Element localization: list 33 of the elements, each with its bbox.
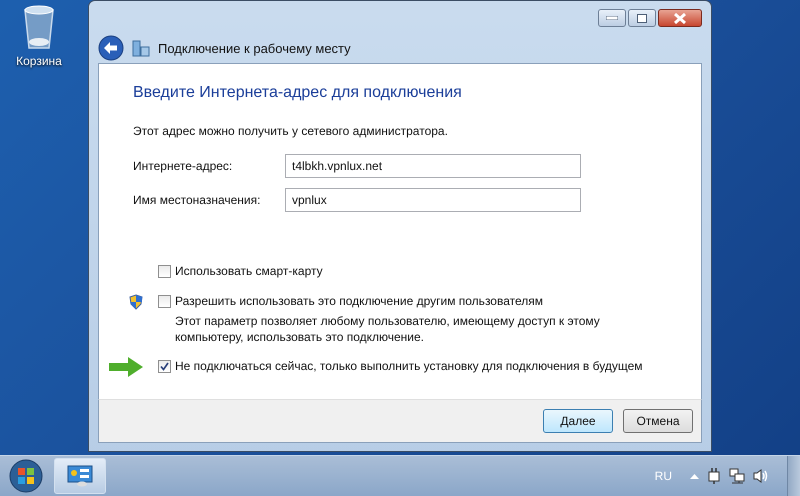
checkbox-label: Не подключаться сейчас, только выполнить установку для подключения в будущем — [175, 359, 642, 374]
speaker-icon[interactable] — [753, 468, 769, 484]
next-button[interactable]: Далее — [543, 409, 613, 433]
desktop-icon-label: Корзина — [16, 54, 62, 68]
network-icon[interactable] — [729, 468, 745, 484]
taskbar-app-button[interactable] — [54, 458, 106, 494]
buildings-icon — [132, 39, 150, 57]
window-title: Подключение к рабочему месту — [158, 40, 351, 56]
checkbox-label: Использовать смарт-карту — [175, 264, 323, 279]
checkbox[interactable] — [158, 360, 171, 373]
field-label: Имя местоназначения: — [133, 193, 262, 207]
maximize-icon — [637, 14, 647, 22]
start-button[interactable] — [8, 458, 44, 494]
control-panel-icon — [67, 465, 93, 487]
intro-text: Этот адрес можно получить у сетевого администратора. — [133, 124, 449, 138]
maximize-button[interactable] — [628, 9, 656, 27]
checkbox-label: Разрешить использовать это подключение другим пользователям — [175, 294, 544, 309]
power-plug-icon[interactable] — [707, 468, 721, 484]
recycle-bin-icon[interactable] — [22, 4, 56, 50]
field-label: Интернете-адрес: — [133, 159, 234, 173]
back-button[interactable] — [98, 35, 124, 61]
close-button[interactable] — [658, 9, 702, 27]
minimize-button[interactable] — [598, 9, 626, 27]
cancel-button[interactable]: Отмена — [623, 409, 693, 433]
shield-icon — [128, 294, 142, 310]
minimize-icon — [606, 16, 618, 20]
option-description: Этот параметр позволяет любому пользователю, имеющему доступ к этому компьютеру, использовать это подключение. — [175, 313, 601, 345]
page-heading: Введите Интернета-адрес для подключения — [133, 84, 463, 102]
checkbox[interactable] — [158, 295, 171, 308]
input-field[interactable]: vpnlux — [285, 188, 581, 212]
checkbox[interactable] — [158, 265, 171, 278]
input-field[interactable]: t4lbkh.vpnlux.net — [285, 154, 581, 178]
close-icon — [673, 12, 687, 24]
